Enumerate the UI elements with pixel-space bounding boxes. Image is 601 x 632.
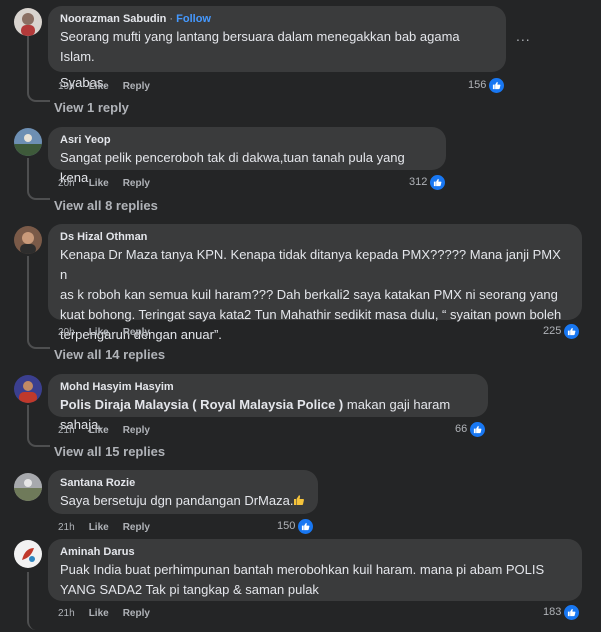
reply-button[interactable]: Reply xyxy=(123,178,150,189)
avatar[interactable] xyxy=(14,375,42,403)
reaction-count[interactable]: 156 xyxy=(468,77,505,93)
view-replies-link[interactable]: View all 15 replies xyxy=(54,444,165,460)
reply-button[interactable]: Reply xyxy=(123,608,150,619)
author-name[interactable]: Ds Hizal Othman xyxy=(60,230,570,245)
like-button[interactable]: Like xyxy=(89,327,109,338)
comment-actions: 20h Like Reply xyxy=(58,325,150,339)
author-name[interactable]: Asri Yeop xyxy=(60,133,434,148)
comment-bubble: Ds Hizal Othman Kenapa Dr Maza tanya KPN… xyxy=(48,224,582,342)
reply-button[interactable]: Reply xyxy=(123,81,150,92)
avatar[interactable] xyxy=(14,473,42,501)
author-name[interactable]: Aminah Darus xyxy=(60,545,570,560)
view-replies-link[interactable]: View all 14 replies xyxy=(54,347,165,363)
comment-bubble: Asri Yeop Sangat pelik penceroboh tak di… xyxy=(48,127,446,185)
like-button[interactable]: Like xyxy=(89,178,109,189)
reply-button[interactable]: Reply xyxy=(123,425,150,436)
like-button[interactable]: Like xyxy=(89,81,109,92)
avatar[interactable] xyxy=(14,226,42,254)
comment-bubble: Aminah Darus Puak India buat perhimpunan… xyxy=(48,539,582,601)
comment-bubble: Santana Rozie Saya bersetuju dgn pandang… xyxy=(48,470,318,514)
like-reaction-icon xyxy=(564,604,580,620)
comment-actions: 21h Like Reply xyxy=(58,423,150,437)
like-reaction-icon xyxy=(489,77,505,93)
reply-thread-line xyxy=(27,572,50,630)
tagged-page-link[interactable]: Polis Diraja Malaysia ( Royal Malaysia P… xyxy=(60,397,343,412)
timestamp[interactable]: 20h xyxy=(58,327,75,338)
reaction-count[interactable]: 312 xyxy=(409,174,446,190)
author-name[interactable]: Mohd Hasyim Hasyim xyxy=(60,380,476,395)
timestamp[interactable]: 21h xyxy=(58,425,75,436)
thumbs-up-emoji-icon xyxy=(294,495,305,505)
timestamp[interactable]: 19h xyxy=(58,81,75,92)
reply-thread-line xyxy=(27,158,50,200)
like-reaction-icon xyxy=(298,518,314,534)
like-reaction-icon xyxy=(470,421,486,437)
view-replies-link[interactable]: View all 8 replies xyxy=(54,198,158,214)
avatar[interactable] xyxy=(14,8,42,36)
comment-actions: 20h Like Reply xyxy=(58,176,150,190)
reply-button[interactable]: Reply xyxy=(123,327,150,338)
timestamp[interactable]: 21h xyxy=(58,522,75,533)
timestamp[interactable]: 21h xyxy=(58,608,75,619)
reaction-count[interactable]: 150 xyxy=(277,518,314,534)
more-options-icon[interactable]: ... xyxy=(516,28,531,44)
comment-bubble: Noorazman Sabudin · Follow Seorang mufti… xyxy=(48,6,506,90)
reply-thread-line xyxy=(27,405,50,447)
follow-button[interactable]: Follow xyxy=(176,13,211,25)
author-name[interactable]: Santana Rozie xyxy=(60,476,306,491)
comment-text: Puak India buat perhimpunan bantah merob… xyxy=(60,562,545,597)
reply-thread-line xyxy=(27,36,50,102)
reply-button[interactable]: Reply xyxy=(123,522,150,533)
view-replies-link[interactable]: View 1 reply xyxy=(54,100,129,116)
reaction-count[interactable]: 183 xyxy=(543,604,580,620)
author-name[interactable]: Noorazman Sabudin xyxy=(60,13,166,25)
comment-actions: 21h Like Reply xyxy=(58,606,150,620)
like-button[interactable]: Like xyxy=(89,522,109,533)
like-button[interactable]: Like xyxy=(89,425,109,436)
like-reaction-icon xyxy=(564,323,580,339)
comment-actions: 19h Like Reply xyxy=(58,79,150,93)
avatar[interactable] xyxy=(14,128,42,156)
like-button[interactable]: Like xyxy=(89,608,109,619)
comment-text: Saya bersetuju dgn pandangan DrMaza. xyxy=(60,491,306,511)
reply-thread-line xyxy=(27,256,50,349)
comment-bubble: Mohd Hasyim Hasyim Polis Diraja Malaysia… xyxy=(48,374,488,432)
comment-thread: Noorazman Sabudin · Follow Seorang mufti… xyxy=(0,0,601,632)
reaction-count[interactable]: 66 xyxy=(455,421,486,437)
like-reaction-icon xyxy=(430,174,446,190)
timestamp[interactable]: 20h xyxy=(58,178,75,189)
avatar[interactable] xyxy=(14,540,42,568)
reaction-count[interactable]: 225 xyxy=(543,323,580,339)
comment-actions: 21h Like Reply xyxy=(58,520,150,534)
